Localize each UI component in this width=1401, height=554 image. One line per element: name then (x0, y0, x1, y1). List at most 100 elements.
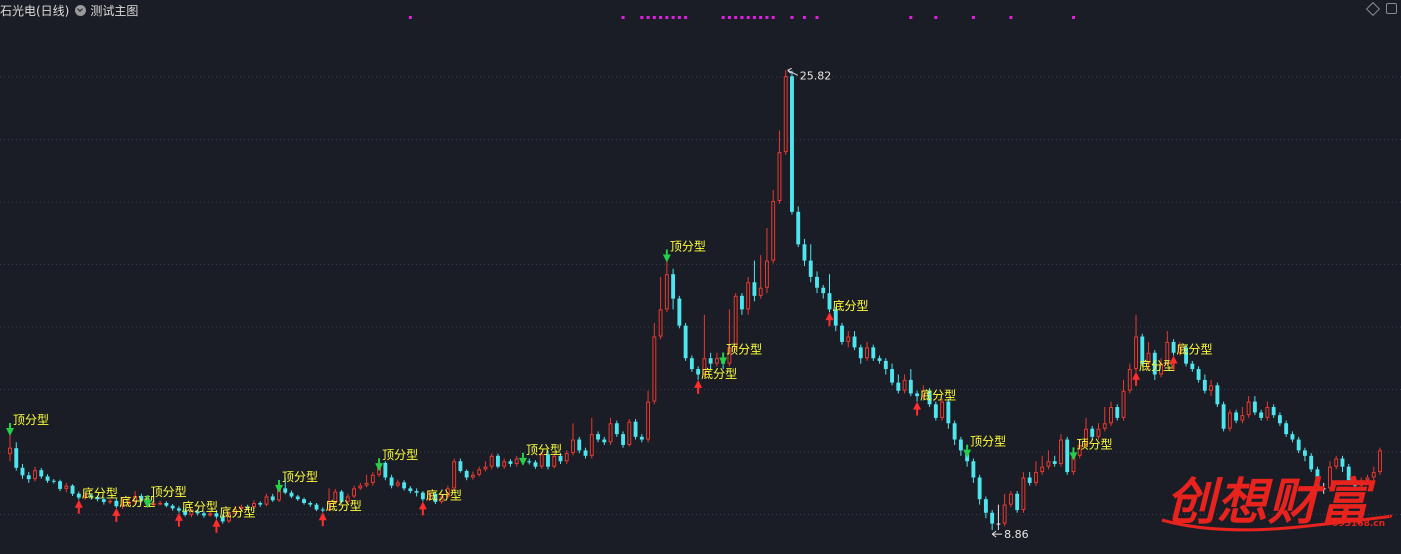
candle-body (896, 382, 901, 391)
candle-body (420, 492, 425, 500)
candle-body (1240, 415, 1245, 421)
top-fractal-label: 顶分型 (282, 470, 318, 484)
candle-body (552, 455, 557, 467)
candle-body (1127, 369, 1132, 391)
candle-body (14, 448, 19, 468)
signal-dot (971, 16, 975, 19)
candle-body (1227, 412, 1232, 429)
candle-body (1202, 379, 1207, 391)
candle-body (514, 458, 519, 464)
signal-dot (765, 16, 769, 19)
candle-body (39, 470, 44, 477)
top-fractal-label: 顶分型 (970, 435, 1006, 449)
candle-body (1252, 401, 1257, 413)
bottom-fractal-arrow (212, 518, 221, 527)
candle-body (389, 477, 394, 486)
bottom-fractal-label: 底分型 (920, 388, 956, 403)
bottom-fractal-label: 底分型 (219, 505, 255, 520)
candle-body (320, 509, 325, 511)
candle-body (1021, 477, 1026, 511)
candle-body (639, 436, 644, 440)
signal-dot (652, 16, 656, 19)
bottom-fractal-arrow (418, 501, 427, 510)
candle-body (470, 474, 475, 478)
candle-body (840, 325, 844, 342)
signal-dot (665, 16, 669, 19)
candle-body (1246, 401, 1251, 416)
candle-body (846, 336, 851, 342)
candle-body (108, 500, 113, 503)
candle-body (746, 282, 751, 310)
signal-dot (646, 16, 650, 19)
candle-body (877, 358, 882, 361)
candle-body (1059, 439, 1063, 464)
candle-body (289, 492, 294, 497)
signal-dot (677, 16, 681, 19)
candle-body (1296, 439, 1301, 451)
candle-body (577, 439, 582, 451)
signal-dot (790, 16, 794, 19)
candle-body (614, 423, 619, 435)
candle-body (1234, 412, 1239, 421)
candle-body (627, 421, 632, 445)
candle-body (502, 461, 507, 467)
candle-body (258, 502, 263, 505)
bottom-fractal-arrow (318, 512, 327, 521)
candle-body (765, 260, 769, 288)
candle-body (1002, 504, 1007, 524)
top-fractal-label: 顶分型 (526, 443, 562, 457)
candle-body (489, 455, 494, 467)
bottom-fractal-label: 底分型 (326, 498, 362, 513)
top-fractal-label: 顶分型 (382, 448, 418, 462)
candle-body (1052, 461, 1057, 464)
top-fractal-label: 顶分型 (1076, 437, 1112, 451)
candle-body (952, 423, 957, 440)
candle-body (358, 485, 363, 489)
bottom-fractal-arrow (825, 312, 834, 321)
signal-dot (1009, 16, 1013, 19)
candle-body (1196, 369, 1201, 380)
candle-body (852, 336, 857, 348)
candle-body (295, 496, 300, 500)
candle-body (1209, 385, 1214, 391)
signal-dot (909, 16, 913, 19)
candle-body (508, 461, 513, 464)
candle-body (940, 401, 945, 418)
candle-body (1290, 434, 1295, 440)
candle-body (1271, 407, 1276, 416)
candle-body (1215, 385, 1220, 405)
bottom-fractal-label: 底分型 (1139, 358, 1175, 373)
candle-body (1277, 415, 1282, 424)
candle-body (796, 211, 801, 245)
candle-body (76, 493, 81, 498)
top-fractal-label: 顶分型 (13, 413, 49, 427)
top-fractal-label: 顶分型 (151, 485, 187, 499)
candle-body (683, 325, 688, 359)
candle-body (777, 152, 782, 201)
candle-body (771, 200, 776, 261)
candle-body (933, 404, 938, 418)
candle-body (158, 502, 163, 505)
candle-body (464, 470, 469, 478)
candle-body (164, 502, 169, 506)
candle-body (583, 450, 588, 456)
candle-body (352, 488, 357, 497)
candle-body (1121, 390, 1126, 418)
signal-dot (659, 16, 663, 19)
candle-body (758, 287, 763, 296)
candle-body (608, 423, 613, 443)
candle-body (477, 469, 482, 475)
candle-body (395, 482, 400, 486)
candle-body (871, 347, 876, 359)
candle-body (1221, 404, 1226, 429)
candle-body (264, 496, 269, 505)
candle-body (383, 462, 388, 478)
candle-body (314, 504, 319, 510)
signal-dot (752, 16, 756, 19)
candle-body (370, 474, 375, 483)
candle-body (571, 439, 575, 454)
candle-body (1259, 412, 1264, 418)
candle-body (633, 421, 638, 437)
candle-body (596, 434, 600, 440)
candle-body (408, 488, 413, 492)
